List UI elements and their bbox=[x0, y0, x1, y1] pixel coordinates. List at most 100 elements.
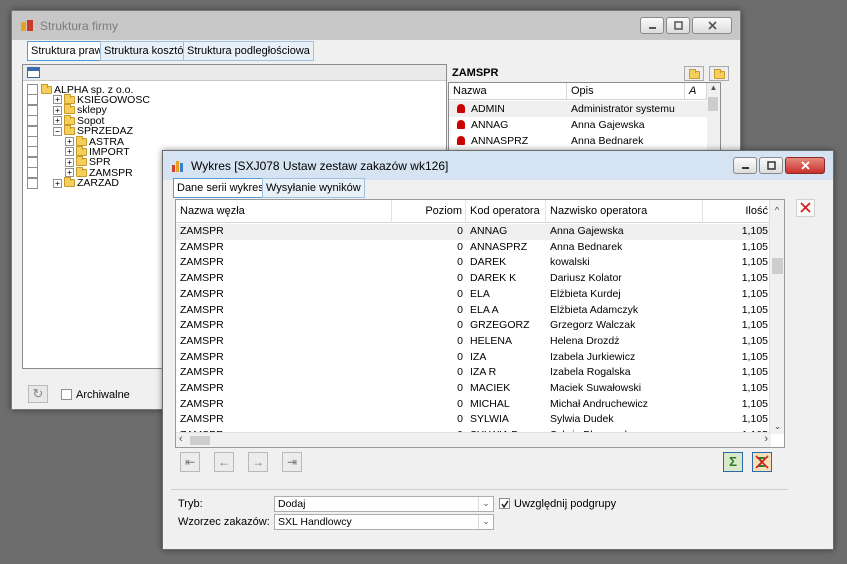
cell-ilosc-zakazow: 1,105 bbox=[741, 413, 768, 426]
expand-icon[interactable]: + bbox=[53, 95, 62, 105]
close-button[interactable] bbox=[692, 17, 732, 34]
scroll-up-icon[interactable]: ▲ bbox=[707, 83, 720, 92]
folder-icon bbox=[64, 114, 75, 125]
tree-checkbox[interactable] bbox=[27, 104, 38, 116]
chevron-down-icon[interactable]: ⌄ bbox=[478, 497, 493, 511]
table-row[interactable]: ZAMSPR 0 DAREK kowalski 1,105 bbox=[176, 255, 771, 271]
col-nazwisko-operatora[interactable]: Nazwisko operatora bbox=[546, 200, 703, 223]
col-a[interactable]: A bbox=[685, 83, 707, 100]
col-poziom-wezla[interactable]: Poziom węzła bbox=[392, 200, 466, 240]
last-record-button[interactable]: ⇥ bbox=[282, 452, 302, 472]
tree-checkbox[interactable] bbox=[27, 136, 38, 147]
table-row[interactable]: ZAMSPR 0 ELA A Elżbieta Adamczyk 1,105 bbox=[176, 303, 771, 319]
first-record-button[interactable]: ⇤ bbox=[180, 452, 200, 472]
table-row[interactable]: ZAMSPR 0 ANNASPRZ Anna Bednarek 1,105 bbox=[176, 240, 771, 256]
col-nazwa[interactable]: Nazwa bbox=[449, 83, 567, 100]
tree-checkbox[interactable] bbox=[27, 167, 38, 179]
tree-checkbox[interactable] bbox=[27, 177, 38, 189]
folder-up-button[interactable] bbox=[709, 66, 729, 81]
tab-struktura-praw[interactable]: Struktura praw bbox=[27, 41, 107, 61]
expand-icon[interactable]: + bbox=[65, 157, 74, 167]
refresh-button[interactable]: ↻ bbox=[28, 385, 48, 403]
tab-struktura-podleglosciowa[interactable]: Struktura podległościowa bbox=[183, 41, 314, 61]
title-bar[interactable]: Wykres [SXJ078 Ustaw zestaw zakazów wk12… bbox=[163, 151, 833, 180]
expand-icon[interactable]: + bbox=[53, 116, 62, 126]
scroll-thumb[interactable] bbox=[772, 258, 783, 274]
expand-icon[interactable]: + bbox=[65, 147, 74, 157]
col-kod-operatora[interactable]: Kod operatora bbox=[466, 200, 546, 223]
operator-row[interactable]: ANNASPRZ Anna Bednarek bbox=[449, 133, 707, 149]
folder-button[interactable] bbox=[684, 66, 704, 81]
cell-poziom-wezla: 0 bbox=[457, 272, 463, 285]
maximize-button[interactable] bbox=[666, 17, 690, 34]
scroll-h-thumb[interactable] bbox=[190, 436, 210, 445]
cell-ilosc-zakazow: 1,105 bbox=[741, 287, 768, 300]
table-row[interactable]: ZAMSPR 0 IZA Izabela Jurkiewicz 1,105 bbox=[176, 350, 771, 366]
scroll-up-icon[interactable]: ^ bbox=[770, 205, 784, 215]
table-row[interactable]: ZAMSPR 0 ANNAG Anna Gajewska 1,105 bbox=[176, 224, 771, 240]
col-opis[interactable]: Opis bbox=[567, 83, 685, 100]
prev-record-button[interactable]: ← bbox=[214, 452, 234, 472]
scroll-right-icon[interactable]: › bbox=[764, 433, 768, 445]
next-record-button[interactable]: → bbox=[248, 452, 268, 472]
tree-node[interactable]: + ZARZAD bbox=[53, 177, 119, 189]
tryb-select[interactable]: Dodaj ⌄ bbox=[274, 496, 494, 512]
scroll-down-icon[interactable]: ⌄ bbox=[770, 421, 784, 432]
table-row[interactable]: ZAMSPR 0 SYLWIA Sylwia Dudek 1,105 bbox=[176, 412, 771, 428]
chevron-down-icon[interactable]: ⌄ bbox=[478, 515, 493, 529]
cell-kod-operatora: DAREK bbox=[470, 256, 507, 269]
expand-icon[interactable]: + bbox=[53, 178, 62, 188]
expand-icon[interactable]: + bbox=[65, 168, 74, 178]
tab-wysylanie-wynikow[interactable]: Wysyłanie wyników bbox=[262, 178, 365, 198]
table-row[interactable]: ZAMSPR 0 DAREK K Dariusz Kolator 1,105 bbox=[176, 271, 771, 287]
archiwalne-checkbox[interactable] bbox=[61, 389, 72, 400]
title-bar[interactable]: Struktura firmy bbox=[12, 11, 740, 40]
close-button[interactable] bbox=[785, 157, 825, 174]
vertical-scrollbar[interactable]: ^ ⌄ bbox=[769, 200, 784, 434]
scroll-left-icon[interactable]: ‹ bbox=[179, 433, 183, 445]
view-toggle-icon[interactable] bbox=[27, 67, 40, 78]
delete-button[interactable] bbox=[796, 199, 815, 217]
cell-ilosc-zakazow: 1,105 bbox=[741, 225, 768, 237]
col-ilosc-zakazow[interactable]: Ilość zakazów bbox=[703, 200, 771, 240]
wzorzec-select[interactable]: SXL Handlowcy ⌄ bbox=[274, 514, 494, 530]
clear-sum-button[interactable]: Σ bbox=[752, 452, 772, 472]
cell-poziom-wezla: 0 bbox=[457, 397, 463, 410]
minimize-icon bbox=[741, 167, 749, 169]
expand-icon[interactable]: + bbox=[65, 137, 74, 146]
col-nazwa-wezla[interactable]: Nazwa węzła bbox=[176, 200, 392, 223]
cell-poziom-wezla: 0 bbox=[457, 319, 463, 332]
cell-nazwisko-operatora: Dariusz Kolator bbox=[550, 272, 622, 285]
operator-row[interactable]: ANNAG Anna Gajewska bbox=[449, 117, 707, 133]
chart-app-icon bbox=[172, 160, 183, 172]
tab-dane-serii[interactable]: Dane serii wykresu bbox=[173, 178, 274, 198]
cell-ilosc-zakazow: 1,105 bbox=[741, 350, 768, 363]
tree-checkbox[interactable] bbox=[27, 125, 38, 137]
minimize-button[interactable] bbox=[640, 17, 664, 34]
table-row[interactable]: ZAMSPR 0 MACIEK Maciek Suwałowski 1,105 bbox=[176, 381, 771, 397]
collapse-icon[interactable]: − bbox=[53, 126, 62, 136]
scroll-thumb[interactable] bbox=[708, 97, 718, 111]
sum-button[interactable]: Σ bbox=[723, 452, 743, 472]
tree-checkbox[interactable] bbox=[27, 84, 38, 95]
table-row[interactable]: ZAMSPR 0 IZA R Izabela Rogalska 1,105 bbox=[176, 365, 771, 381]
table-row[interactable]: ZAMSPR 0 MICHAL Michał Andruchewicz 1,105 bbox=[176, 397, 771, 413]
options-panel: Tryb: Dodaj ⌄ Uwzględnij podgrupy Wzorze… bbox=[171, 489, 788, 537]
table-row[interactable]: ZAMSPR 0 GRZEGORZ Grzegorz Walczak 1,105 bbox=[176, 318, 771, 334]
tab-struktura-kosztow[interactable]: Struktura kosztów bbox=[100, 41, 196, 61]
horizontal-scrollbar[interactable]: ‹ › bbox=[176, 432, 771, 447]
maximize-button[interactable] bbox=[759, 157, 783, 174]
tree-checkbox[interactable] bbox=[27, 156, 38, 168]
tree-checkbox[interactable] bbox=[27, 115, 38, 127]
operator-nazwa: ANNASPRZ bbox=[471, 135, 529, 147]
cell-poziom-wezla: 0 bbox=[457, 225, 463, 237]
table-row[interactable]: ZAMSPR 0 ELA Elżbieta Kurdej 1,105 bbox=[176, 287, 771, 303]
minimize-button[interactable] bbox=[733, 157, 757, 174]
operator-row[interactable]: ADMIN Administrator systemu bbox=[449, 101, 707, 117]
cell-nazwisko-operatora: Izabela Jurkiewicz bbox=[550, 350, 636, 363]
tree-checkbox[interactable] bbox=[27, 146, 38, 158]
uwzglednij-checkbox[interactable] bbox=[499, 498, 510, 509]
expand-icon[interactable]: + bbox=[53, 105, 62, 115]
tree-checkbox[interactable] bbox=[27, 94, 38, 106]
table-row[interactable]: ZAMSPR 0 HELENA Helena Drozdż 1,105 bbox=[176, 334, 771, 350]
